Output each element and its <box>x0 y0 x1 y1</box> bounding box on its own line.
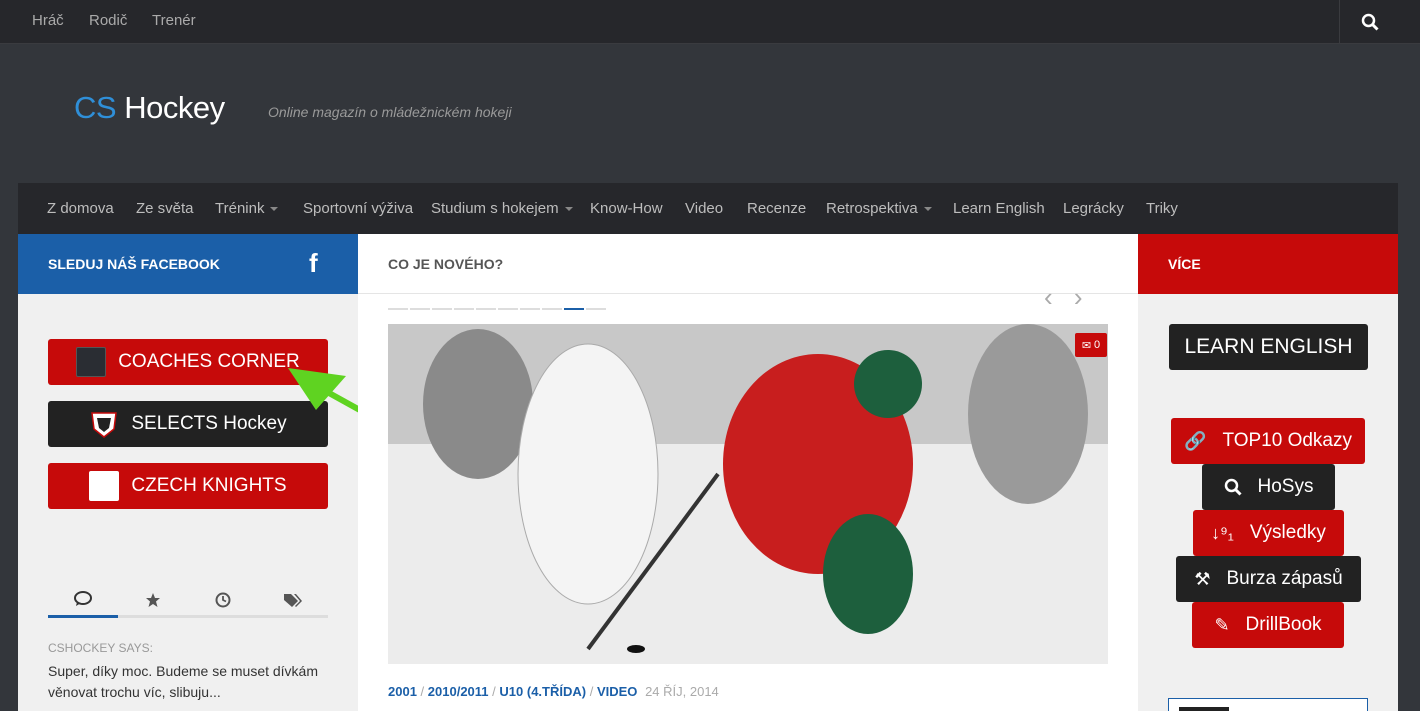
top-link-player[interactable]: Hráč <box>32 12 64 29</box>
drillbook-label: DrillBook <box>1245 614 1322 635</box>
nav-item-recenze[interactable]: Recenze <box>747 200 806 217</box>
slider-dot[interactable] <box>542 308 562 310</box>
slider-arrows: ‹ › <box>1044 282 1083 313</box>
nav-item-vyziva[interactable]: Sportovní výživa <box>303 200 413 217</box>
top10-links-button[interactable]: 🔗 TOP10 Odkazy <box>1171 418 1365 464</box>
post-meta: 2001 / 2010/2011 / U10 (4.TŘÍDA) / VIDEO… <box>388 684 719 699</box>
selects-hockey-label: SELECTS Hockey <box>131 413 287 434</box>
link-icon: 🔗 <box>1184 430 1207 451</box>
separator: / <box>492 684 496 699</box>
left-sidebar-title: SLEDUJ NÁŠ FACEBOOK <box>48 256 220 272</box>
tags-icon <box>284 594 302 607</box>
czech-knights-logo-icon <box>89 471 120 501</box>
search-button[interactable] <box>1339 0 1420 44</box>
logo-hockey: Hockey <box>124 90 225 125</box>
slider-dot[interactable] <box>498 308 518 310</box>
widget-tabs <box>48 582 328 618</box>
match-market-label: Burza zápasů <box>1226 568 1343 589</box>
cs-hockey-logo-icon <box>76 347 107 377</box>
tab-recent[interactable] <box>188 582 258 618</box>
tab-comments[interactable] <box>48 582 118 618</box>
slider-dot[interactable] <box>520 308 540 310</box>
chevron-right-icon[interactable]: › <box>1074 282 1083 312</box>
nav-item-label: Retrospektiva <box>826 200 918 217</box>
category-link[interactable]: 2010/2011 <box>428 684 489 699</box>
comments-icon <box>74 590 92 606</box>
chevron-down-icon <box>923 207 932 212</box>
tab-tags[interactable] <box>258 582 328 618</box>
coaches-corner-label: COACHES CORNER <box>118 351 300 372</box>
right-sidebar-title: VÍCE <box>1168 256 1201 272</box>
separator: / <box>589 684 594 699</box>
middle-title: CO JE NOVÉHO? <box>388 256 504 272</box>
results-label: Výsledky <box>1249 522 1326 543</box>
sort-numeric-icon: ↓⁹₁ <box>1211 522 1234 543</box>
comment-count: 0 <box>1094 339 1101 351</box>
hosys-button[interactable]: HoSys <box>1202 464 1335 510</box>
top-link-coach[interactable]: Trenér <box>152 12 196 29</box>
nav-item-label: Trénink <box>215 200 265 217</box>
top10-links-label: TOP10 Odkazy <box>1222 430 1352 451</box>
search-icon <box>1361 13 1379 31</box>
logo-cs: CS <box>74 90 117 125</box>
nav-item-know-how[interactable]: Know-How <box>590 200 663 217</box>
main-nav: Z domova Ze světa Trénink Sportovní výži… <box>18 183 1398 234</box>
comment-icon: ✉ <box>1081 339 1092 352</box>
top-bar: Hráč Rodič Trenér <box>0 0 1420 44</box>
czech-knights-label: CZECH KNIGHTS <box>131 475 287 496</box>
slider-dot[interactable] <box>476 308 496 310</box>
category-link[interactable]: VIDEO <box>597 684 637 699</box>
slider-dot[interactable] <box>410 308 430 310</box>
slider-dot[interactable] <box>586 308 606 310</box>
nav-item-trenink[interactable]: Trénink <box>215 200 279 217</box>
left-sidebar-header: SLEDUJ NÁŠ FACEBOOK f <box>18 234 358 294</box>
comment-author: CSHOCKEY SAYS: <box>48 641 153 655</box>
featured-image[interactable] <box>388 324 1108 664</box>
nav-item-z-domova[interactable]: Z domova <box>47 200 114 217</box>
widget-box <box>1168 698 1368 711</box>
nav-item-retrospektiva[interactable]: Retrospektiva <box>826 200 932 217</box>
edit-icon: ✎ <box>1214 614 1230 635</box>
chevron-down-icon <box>270 207 279 212</box>
comment-count-badge[interactable]: ✉ 0 <box>1075 333 1107 357</box>
slider-dot[interactable] <box>432 308 452 310</box>
match-market-button[interactable]: ⚒ Burza zápasů <box>1176 556 1361 602</box>
hockey-player-image <box>388 324 1108 664</box>
learn-english-button[interactable]: LEARN ENGLISH <box>1169 324 1368 370</box>
nav-item-studium[interactable]: Studium s hokejem <box>431 200 573 217</box>
tab-popular[interactable] <box>118 582 188 618</box>
slider-dot[interactable] <box>454 308 474 310</box>
post-date: 24 ŘÍJ, 2014 <box>645 684 719 699</box>
site-tagline: Online magazín o mládežnickém hokeji <box>268 104 512 120</box>
widget-thumb <box>1179 707 1229 711</box>
nav-item-legracky[interactable]: Legrácky <box>1063 200 1124 217</box>
hosys-label: HoSys <box>1257 476 1314 497</box>
gavel-icon: ⚒ <box>1194 568 1211 589</box>
chevron-left-icon[interactable]: ‹ <box>1044 282 1053 312</box>
comment-text[interactable]: Super, díky moc. Budeme se muset dívkám … <box>48 661 318 703</box>
clock-icon <box>215 592 231 608</box>
middle-header: CO JE NOVÉHO? <box>358 234 1138 294</box>
right-sidebar-header: VÍCE <box>1138 234 1398 294</box>
nav-item-video[interactable]: Video <box>685 200 723 217</box>
top-link-parent[interactable]: Rodič <box>89 12 127 29</box>
nav-item-learn-english[interactable]: Learn English <box>953 200 1045 217</box>
category-link[interactable]: 2001 <box>388 684 417 699</box>
site-logo[interactable]: CS Hockey <box>74 90 225 126</box>
selects-shield-icon <box>91 412 118 438</box>
nav-item-ze-sveta[interactable]: Ze světa <box>136 200 194 217</box>
nav-item-triky[interactable]: Triky <box>1146 200 1178 217</box>
nav-item-label: Studium s hokejem <box>431 200 559 217</box>
slider-dot-active[interactable] <box>564 308 584 310</box>
separator: / <box>420 684 425 699</box>
category-link[interactable]: U10 (4.TŘÍDA) <box>499 684 586 699</box>
star-icon <box>146 593 160 607</box>
drillbook-button[interactable]: ✎ DrillBook <box>1192 602 1344 648</box>
search-icon <box>1224 478 1242 496</box>
slider-dot[interactable] <box>388 308 408 310</box>
results-button[interactable]: ↓⁹₁ Výsledky <box>1193 510 1344 556</box>
facebook-icon[interactable]: f <box>309 248 318 279</box>
chevron-down-icon <box>564 207 573 212</box>
